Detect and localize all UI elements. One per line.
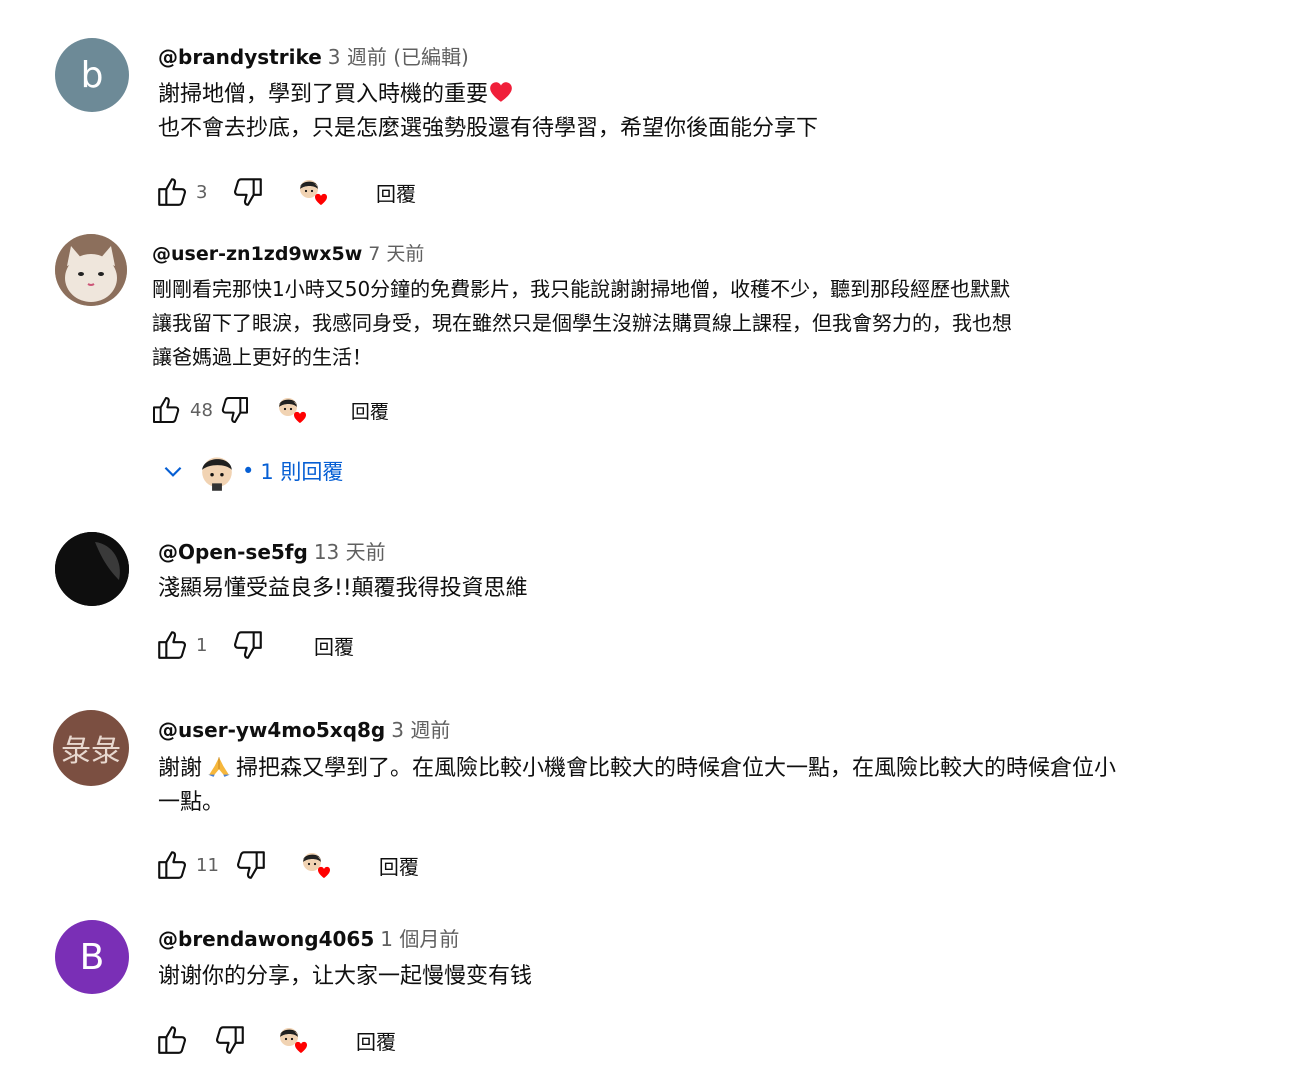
avatar[interactable]: b <box>55 38 129 112</box>
reply-button[interactable]: 回覆 <box>379 851 419 880</box>
thumbs-up-icon[interactable] <box>154 847 190 883</box>
thumbs-down-icon[interactable] <box>217 392 253 428</box>
action-bar: 回覆 <box>154 1020 396 1060</box>
comment-line: 一點。 <box>158 790 225 815</box>
author-handle[interactable]: @Open-se5fg <box>158 540 308 564</box>
comment-line: 剛剛看完那快1小時又50分鐘的免費影片，我只能說謝謝掃地僧，收穫不少，聽到那段經… <box>152 277 1011 301</box>
comment-line: 淺顯易懂受益良多!!顛覆我得投資思維 <box>158 576 528 601</box>
avatar[interactable] <box>55 532 129 606</box>
timestamp[interactable]: 7 天前 <box>368 243 424 265</box>
bullet-dot: • <box>242 459 255 483</box>
thumbs-down-icon[interactable] <box>212 1022 248 1058</box>
cat-avatar-image <box>55 234 127 306</box>
action-bar: 1 回覆 <box>154 625 354 665</box>
comment-line: 讓爸媽過上更好的生活！ <box>152 345 372 369</box>
timestamp[interactable]: 1 個月前 <box>380 927 459 951</box>
comment-text: 淺顯易懂受益良多!!顛覆我得投資思維 <box>158 572 528 606</box>
avatar-letter: b <box>80 54 104 96</box>
action-bar: 48 回覆 <box>148 390 389 430</box>
avatar[interactable]: 彔彔 <box>53 710 129 786</box>
author-handle[interactable]: @brandystrike <box>158 45 322 69</box>
comment-header: @user-zn1zd9wx5w 7 天前 <box>152 239 424 266</box>
replies-count-label: 1 則回覆 <box>260 460 344 484</box>
timestamp[interactable]: 13 天前 <box>314 540 386 564</box>
creator-heart-icon <box>276 1023 310 1057</box>
like-count: 11 <box>196 854 219 876</box>
action-bar: 11 回覆 <box>154 845 419 885</box>
reply-button[interactable]: 回覆 <box>351 397 389 424</box>
timestamp[interactable]: 3 週前 <box>391 718 450 742</box>
comment-line: 讓我留下了眼淚，我感同身受，現在雖然只是個學生沒辦法購買線上課程，但我會努力的，… <box>152 311 1012 335</box>
thumbs-up-icon[interactable] <box>154 627 190 663</box>
comment-header: @brandystrike 3 週前 (已編輯) <box>158 41 469 70</box>
dark-avatar-image <box>55 532 129 606</box>
avatar[interactable] <box>55 234 127 306</box>
comment-text: 謝掃地僧，學到了買入時機的重要 也不會去抄底，只是怎麼選強勢股還有待學習，希望你… <box>158 78 818 146</box>
creator-heart-icon <box>275 393 309 427</box>
thumbs-down-icon[interactable] <box>230 174 266 210</box>
timestamp[interactable]: 3 週前 (已編輯) <box>328 45 469 69</box>
author-handle[interactable]: @user-zn1zd9wx5w <box>152 243 362 265</box>
avatar[interactable]: B <box>55 920 129 994</box>
reply-button[interactable]: 回覆 <box>376 178 416 207</box>
thumbs-down-icon[interactable] <box>230 627 266 663</box>
avatar-text: 彔彔 <box>61 734 121 769</box>
author-handle[interactable]: @user-yw4mo5xq8g <box>158 718 385 742</box>
comment-header: @user-yw4mo5xq8g 3 週前 <box>158 714 450 743</box>
reply-button[interactable]: 回覆 <box>356 1026 396 1055</box>
view-replies-button[interactable]: • 1 則回覆 <box>160 450 343 492</box>
thumbs-up-icon[interactable] <box>154 1022 190 1058</box>
creator-avatar-icon <box>202 457 232 491</box>
comment-header: @Open-se5fg 13 天前 <box>158 536 386 565</box>
chevron-down-icon <box>160 458 186 484</box>
creator-heart-icon <box>296 175 330 209</box>
action-bar: 3 回覆 <box>154 172 416 212</box>
red-heart-emoji <box>488 79 514 105</box>
author-handle[interactable]: @brendawong4065 <box>158 927 374 951</box>
like-count: 48 <box>190 399 213 421</box>
comment-text: 谢谢你的分享，让大家一起慢慢变有钱 <box>158 960 532 994</box>
comment-header: @brendawong4065 1 個月前 <box>158 923 459 952</box>
comment-line: 也不會去抄底，只是怎麼選強勢股還有待學習，希望你後面能分享下 <box>158 116 819 141</box>
thumbs-up-icon[interactable] <box>148 392 184 428</box>
avatar-letter: B <box>79 936 105 978</box>
comment-text: 剛剛看完那快1小時又50分鐘的免費影片，我只能說謝謝掃地僧，收穫不少，聽到那段經… <box>152 272 1012 374</box>
comment-text: 謝謝 掃把森又學到了。在風險比較小機會比較大的時候倉位大一點，在風險比較大的時候倉… <box>158 752 1116 820</box>
thumbs-up-icon[interactable] <box>154 174 190 210</box>
comment-line: 谢谢你的分享，让大家一起慢慢变有钱 <box>158 964 533 989</box>
comment-line: 謝謝 掃把森又學到了。在風險比較小機會比較大的時候倉位大一點，在風險比較大的時候倉… <box>158 752 1116 786</box>
reply-button[interactable]: 回覆 <box>314 631 354 660</box>
like-count: 3 <box>196 181 208 203</box>
folded-hands-emoji <box>206 753 232 779</box>
comment-line: 謝掃地僧，學到了買入時機的重要 <box>158 78 818 112</box>
thumbs-down-icon[interactable] <box>233 847 269 883</box>
creator-heart-icon <box>299 848 333 882</box>
like-count: 1 <box>196 634 208 656</box>
